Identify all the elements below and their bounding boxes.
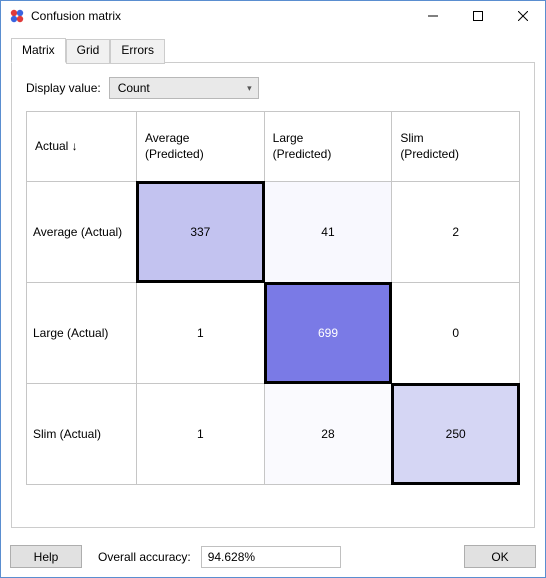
col-header-slim[interactable]: Slim (Predicted): [392, 112, 520, 182]
cell[interactable]: 250: [392, 384, 520, 485]
close-button[interactable]: [500, 1, 545, 31]
overall-accuracy-value: 94.628%: [208, 550, 255, 564]
cell[interactable]: 0: [392, 283, 520, 384]
cell[interactable]: 41: [264, 182, 392, 283]
cell[interactable]: 1: [137, 384, 265, 485]
col-header-average[interactable]: Average (Predicted): [137, 112, 265, 182]
title-bar: Confusion matrix: [1, 1, 545, 31]
overall-accuracy-label: Overall accuracy:: [98, 550, 191, 564]
cell[interactable]: 28: [264, 384, 392, 485]
row-header-slim[interactable]: Slim (Actual): [27, 384, 137, 485]
tab-bar: Matrix Grid Errors: [11, 38, 535, 63]
tab-errors[interactable]: Errors: [110, 39, 165, 64]
tab-grid[interactable]: Grid: [66, 39, 111, 64]
app-icon: [9, 8, 25, 24]
cell[interactable]: 2: [392, 182, 520, 283]
col-header-large[interactable]: Large (Predicted): [264, 112, 392, 182]
tab-panel-matrix: Display value: Count ▾ Actual ↓ Average …: [11, 62, 535, 528]
bottom-bar: Help Overall accuracy: 94.628% OK: [10, 545, 536, 568]
table-row: Large (Actual) 1 699 0: [27, 283, 520, 384]
confusion-matrix-table: Actual ↓ Average (Predicted) Large (Pred…: [26, 111, 520, 485]
row-header-large[interactable]: Large (Actual): [27, 283, 137, 384]
cell[interactable]: 699: [264, 283, 392, 384]
table-row: Average (Actual) 337 41 2: [27, 182, 520, 283]
help-button[interactable]: Help: [10, 545, 82, 568]
tab-matrix[interactable]: Matrix: [11, 38, 66, 63]
overall-accuracy-field[interactable]: 94.628%: [201, 546, 341, 568]
display-value-selected: Count: [118, 81, 150, 95]
display-value-label: Display value:: [26, 81, 101, 95]
maximize-button[interactable]: [455, 1, 500, 31]
row-header-average[interactable]: Average (Actual): [27, 182, 137, 283]
corner-header[interactable]: Actual ↓: [27, 112, 137, 182]
minimize-button[interactable]: [410, 1, 455, 31]
ok-button[interactable]: OK: [464, 545, 536, 568]
cell[interactable]: 337: [137, 182, 265, 283]
chevron-down-icon: ▾: [247, 83, 252, 94]
table-row: Slim (Actual) 1 28 250: [27, 384, 520, 485]
window-title: Confusion matrix: [31, 9, 121, 23]
display-value-select[interactable]: Count ▾: [109, 77, 259, 99]
cell[interactable]: 1: [137, 283, 265, 384]
